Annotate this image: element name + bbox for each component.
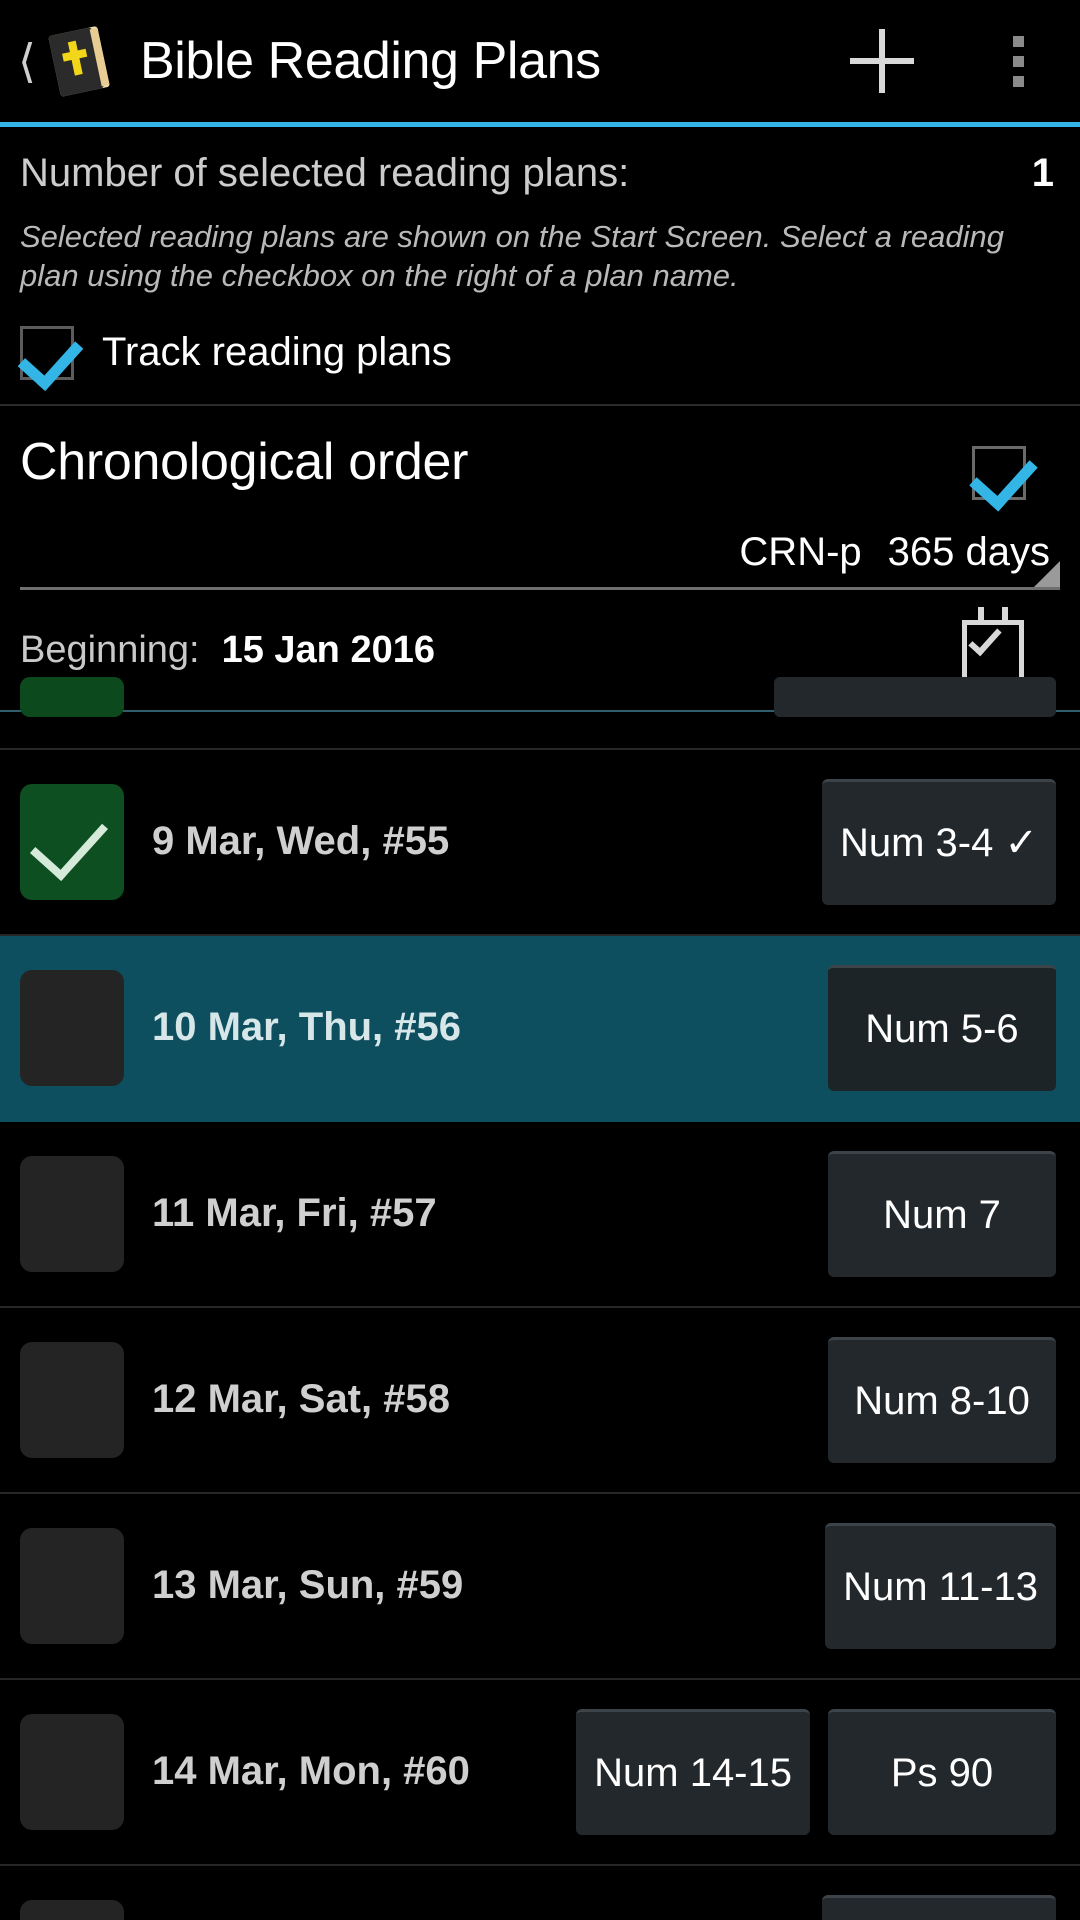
partial-row-chip[interactable] <box>774 676 1056 717</box>
reading-passage-chip[interactable]: Ps 90 <box>828 1708 1056 1835</box>
plan-select-checkbox[interactable] <box>972 445 1026 500</box>
table-row[interactable]: 10 Mar, Thu, #56 Num 5-6 <box>0 935 1080 1122</box>
selected-plans-row: Number of selected reading plans: 1 <box>20 151 1060 196</box>
day-completed-checkbox[interactable] <box>20 969 124 1086</box>
spinner-caret-icon <box>1034 560 1060 587</box>
overflow-menu-icon[interactable] <box>982 13 1054 109</box>
selected-plans-count: 1 <box>1031 151 1054 195</box>
plus-icon[interactable] <box>834 13 930 109</box>
day-completed-checkbox[interactable] <box>20 1713 124 1830</box>
plan-duration-label: 365 days <box>887 529 1050 574</box>
plan-variant-spinner[interactable]: CRN-p 365 days <box>20 530 1060 590</box>
bible-book-icon[interactable] <box>40 20 122 102</box>
table-row[interactable]: 14 Mar, Mon, #60 Num 14-15 Ps 90 <box>0 1680 1080 1866</box>
day-completed-checkbox[interactable] <box>20 783 124 900</box>
day-date-label: 10 Mar, Thu, #56 <box>152 1005 462 1050</box>
reading-passage-chip[interactable]: Num 8-10 <box>828 1336 1056 1463</box>
reading-passage-chip[interactable]: Num 14-15 <box>576 1708 810 1835</box>
back-chevron-icon[interactable]: ⟨ <box>10 38 44 84</box>
table-row[interactable]: 12 Mar, Sat, #58 Num 8-10 <box>0 1308 1080 1494</box>
table-row[interactable]: 11 Mar, Fri, #57 Num 7 <box>0 1122 1080 1308</box>
page-title: Bible Reading Plans <box>140 32 601 90</box>
day-completed-checkbox[interactable] <box>20 1527 124 1644</box>
track-reading-plans-checkbox[interactable] <box>20 325 74 380</box>
reading-day-list[interactable]: 9 Mar, Wed, #55 Num 3-4 ✓ 10 Mar, Thu, #56… <box>0 676 1080 1920</box>
table-row[interactable]: 15 Mar, Tue,Num 16-17 <box>0 1866 1080 1920</box>
selected-plans-label: Number of selected reading plans: <box>20 151 630 195</box>
day-completed-checkbox[interactable] <box>20 1899 124 1920</box>
day-date-label: 11 Mar, Fri, #57 <box>152 1191 437 1236</box>
reading-passage-chip[interactable]: Num 11-13 <box>825 1522 1056 1649</box>
reading-passage-chip[interactable]: Num 3-4 ✓ <box>821 778 1056 905</box>
table-row[interactable]: 9 Mar, Wed, #55 Num 3-4 ✓ <box>0 750 1080 936</box>
info-section: Number of selected reading plans: 1 Sele… <box>0 127 1080 406</box>
list-item-partial-top[interactable] <box>0 676 1080 750</box>
calendar-check-icon[interactable] <box>962 606 1024 682</box>
reading-passage-chip[interactable]: Num 7 <box>828 1150 1056 1277</box>
track-reading-plans-row[interactable]: Track reading plans <box>20 325 1060 380</box>
plan-abbrev-label: CRN-p <box>739 529 862 574</box>
partial-row-checkbox[interactable] <box>20 676 124 717</box>
plan-name[interactable]: Chronological order <box>20 432 468 492</box>
beginning-date-value[interactable]: 15 Jan 2016 <box>222 629 435 672</box>
day-date-label: 9 Mar, Wed, #55 <box>152 819 450 864</box>
day-date-label: 14 Mar, Mon, #60 <box>152 1749 470 1794</box>
day-date-label: 12 Mar, Sat, #58 <box>152 1377 450 1422</box>
info-description: Selected reading plans are shown on the … <box>20 219 1005 293</box>
table-row[interactable]: 13 Mar, Sun, #59 Num 11-13 <box>0 1494 1080 1680</box>
reading-passage-chip[interactable]: Num 16-17 <box>822 1894 1056 1920</box>
day-completed-checkbox[interactable] <box>20 1155 124 1272</box>
plan-header: Chronological order <box>20 432 1060 500</box>
track-reading-plans-label: Track reading plans <box>102 330 452 374</box>
day-completed-checkbox[interactable] <box>20 1341 124 1458</box>
action-bar: ⟨ Bible Reading Plans <box>0 0 1080 122</box>
reading-passage-chip[interactable]: Num 5-6 <box>828 964 1056 1091</box>
day-date-label: 13 Mar, Sun, #59 <box>152 1563 464 1608</box>
beginning-label: Beginning: <box>20 629 200 671</box>
plan-section: Chronological order CRN-p 365 days Begin… <box>0 406 1080 712</box>
calendar-check-mark <box>968 621 1002 656</box>
